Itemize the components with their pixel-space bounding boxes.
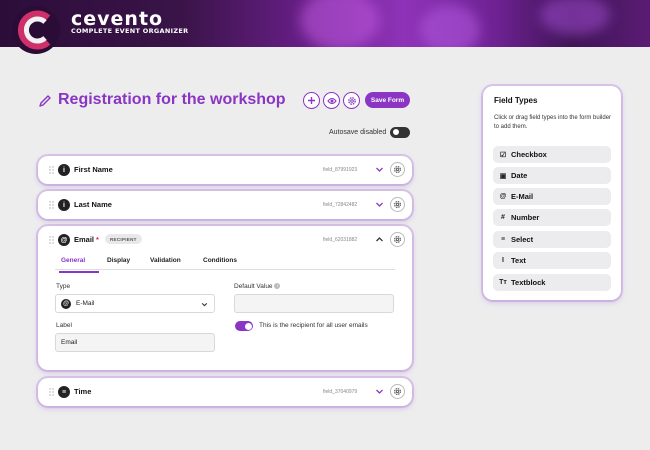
recipient-toggle[interactable]: [235, 321, 253, 331]
hash-icon: #: [501, 214, 505, 221]
field-types-panel: Field Types Click or drag field types in…: [483, 86, 621, 300]
panel-title: Field Types: [494, 96, 538, 105]
field-name: Email *: [74, 235, 99, 244]
field-card-last-name[interactable]: i Last Name field_72842482: [38, 191, 412, 219]
gear-icon: [394, 388, 401, 395]
pencil-icon[interactable]: [38, 94, 52, 108]
info-circle-icon: i: [58, 199, 70, 211]
gear-icon: [394, 201, 401, 208]
field-type-email[interactable]: @ E-Mail: [493, 188, 611, 205]
textblock-icon: Tт: [499, 279, 507, 286]
field-type-label: Checkbox: [511, 150, 547, 159]
field-type-label: Date: [511, 171, 528, 180]
add-field-button[interactable]: [303, 92, 320, 109]
label-input[interactable]: Email: [55, 333, 215, 352]
calendar-icon: ▣: [499, 172, 507, 180]
field-type-label: Textblock: [511, 278, 546, 287]
field-type-label: Text: [511, 256, 526, 265]
field-card-email[interactable]: @ Email * RECIPIENT field_62031882 Genera…: [38, 226, 412, 370]
text-cursor-icon: I: [502, 257, 504, 264]
gear-icon: [394, 236, 401, 243]
tab-validation[interactable]: Validation: [150, 257, 181, 264]
field-card-time[interactable]: ≡ Time field_37040979: [38, 378, 412, 406]
field-editor-tabs: General Display Validation Conditions: [55, 254, 395, 273]
field-settings-button[interactable]: [390, 232, 405, 247]
field-name: Time: [74, 387, 92, 396]
type-select-value: E-Mail: [76, 300, 95, 307]
list-icon: ≡: [58, 386, 70, 398]
save-form-button[interactable]: Save Form: [365, 92, 410, 108]
field-row-header[interactable]: i Last Name field_72842482: [38, 191, 412, 219]
at-icon: @: [499, 193, 507, 200]
field-type-select[interactable]: ≡ Select: [493, 231, 611, 248]
chevron-down-icon: [201, 302, 208, 307]
form-settings-button[interactable]: [343, 92, 360, 109]
autosave-label: Autosave disabled: [329, 129, 387, 136]
default-value-label: Default Value i: [234, 283, 281, 290]
info-circle-icon: i: [58, 164, 70, 176]
field-type-label: Number: [511, 213, 540, 222]
default-value-label-text: Default Value: [234, 283, 273, 290]
field-row-header[interactable]: @ Email * RECIPIENT field_62031882: [38, 226, 412, 254]
brand-tagline: COMPLETE EVENT ORGANIZER: [71, 27, 189, 35]
plus-icon: [308, 97, 315, 104]
drag-handle-icon[interactable]: [49, 201, 54, 209]
field-id: field_72842482: [323, 202, 358, 208]
form-title-row: Registration for the workshop Save Form: [38, 90, 413, 112]
field-type-label: E-Mail: [511, 192, 534, 201]
recipient-toggle-label: This is the recipient for all user email…: [259, 322, 368, 329]
field-type-checkbox[interactable]: ☑ Checkbox: [493, 146, 611, 163]
field-type-text[interactable]: I Text: [493, 252, 611, 269]
tab-general[interactable]: General: [59, 257, 99, 273]
label-label: Label: [56, 322, 72, 329]
gear-icon: [347, 96, 356, 105]
toggle-knob: [393, 129, 399, 135]
field-id: field_37040979: [323, 389, 358, 395]
field-settings-button[interactable]: [390, 162, 405, 177]
panel-description: Click or drag field types into the form …: [494, 115, 612, 130]
field-id: field_87991923: [323, 167, 358, 173]
page-title[interactable]: Registration for the workshop: [58, 91, 286, 109]
tab-display[interactable]: Display: [107, 257, 130, 264]
field-id: field_62031882: [323, 237, 358, 243]
list-icon: ≡: [500, 236, 506, 243]
chevron-down-icon[interactable]: [375, 200, 384, 209]
field-type-date[interactable]: ▣ Date: [493, 167, 611, 184]
field-row-header[interactable]: i First Name field_87991923: [38, 156, 412, 184]
type-select[interactable]: @ E-Mail: [55, 294, 215, 313]
required-marker: *: [96, 235, 99, 244]
recipient-badge: RECIPIENT: [105, 234, 142, 244]
type-label: Type: [56, 283, 71, 290]
checkbox-icon: ☑: [499, 151, 507, 159]
drag-handle-icon[interactable]: [49, 166, 54, 174]
at-icon: @: [61, 298, 71, 309]
at-icon: @: [58, 234, 70, 246]
field-type-number[interactable]: # Number: [493, 209, 611, 226]
preview-button[interactable]: [323, 92, 340, 109]
chevron-down-icon[interactable]: [375, 387, 384, 396]
chevron-up-icon[interactable]: [375, 235, 384, 244]
field-name-text: Email: [74, 235, 95, 244]
drag-handle-icon[interactable]: [49, 388, 54, 396]
field-name: Last Name: [74, 200, 112, 209]
drag-handle-icon[interactable]: [49, 236, 54, 244]
eye-icon: [326, 97, 337, 104]
default-value-input[interactable]: [234, 294, 394, 313]
field-settings-button[interactable]: [390, 384, 405, 399]
field-type-textblock[interactable]: Tт Textblock: [493, 274, 611, 291]
field-row-header[interactable]: ≡ Time field_37040979: [38, 378, 412, 406]
help-icon[interactable]: i: [274, 283, 281, 290]
active-tab-indicator: [59, 271, 99, 273]
field-card-first-name[interactable]: i First Name field_87991923: [38, 156, 412, 184]
toggle-knob: [244, 322, 252, 330]
chevron-down-icon[interactable]: [375, 165, 384, 174]
field-name: First Name: [74, 165, 113, 174]
tab-conditions[interactable]: Conditions: [203, 257, 237, 264]
tab-label: General: [61, 257, 86, 264]
cevento-logo: [12, 6, 60, 54]
field-type-label: Select: [511, 235, 534, 244]
autosave-toggle[interactable]: [390, 127, 410, 138]
field-settings-button[interactable]: [390, 197, 405, 212]
gear-icon: [394, 166, 401, 173]
